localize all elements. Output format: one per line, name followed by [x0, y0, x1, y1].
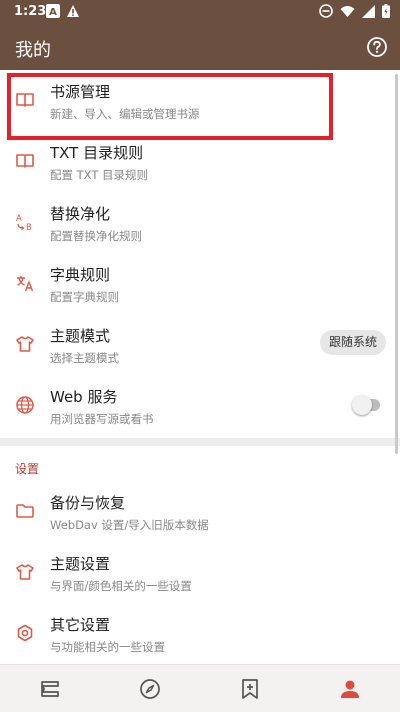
settings-section-header: 设置 — [15, 462, 40, 476]
menu-item-subtitle: 配置 TXT 目录规则 — [50, 168, 149, 182]
menu-item-subtitle: 配置字典规则 — [50, 290, 119, 304]
battery-icon — [382, 4, 390, 18]
status-icons — [319, 4, 390, 18]
warning-icon — [67, 5, 79, 17]
svg-text:A: A — [49, 7, 57, 18]
menu-item-theme-mode[interactable]: 主题模式 选择主题模式 跟随系统 — [0, 314, 400, 375]
menu-item-subtitle: 配置替换净化规则 — [50, 229, 142, 243]
bottom-nav — [0, 664, 400, 712]
menu-item-title: 主题模式 — [50, 327, 111, 345]
svg-text:A: A — [16, 214, 22, 224]
menu-item-title: Web 服务 — [50, 388, 118, 406]
menu-item-book-source[interactable]: 书源管理 新建、导入、编辑或管理书源 — [0, 70, 400, 131]
status-time: 1:23 — [14, 4, 47, 19]
app-bar: 我的 — [0, 24, 400, 70]
a-icon: A — [46, 4, 60, 18]
menu-item-dict[interactable]: 字典规则 配置字典规则 — [0, 253, 400, 314]
person-icon[interactable] — [338, 677, 362, 701]
help-circle-icon[interactable] — [366, 36, 388, 58]
folder-icon — [16, 504, 34, 518]
menu-item-title: 其它设置 — [50, 616, 111, 634]
dnd-icon — [319, 4, 333, 18]
replace-ab-icon: A B — [16, 214, 32, 232]
menu-item-txt-toc[interactable]: TXT 目录规则 配置 TXT 目录规则 — [0, 131, 400, 192]
bookmark-add-icon[interactable] — [238, 677, 262, 701]
menu-item-title: 备份与恢复 — [50, 494, 126, 512]
menu-item-backup[interactable]: 备份与恢复 WebDav 设置/导入旧版本数据 — [0, 481, 400, 542]
globe-icon — [16, 396, 34, 414]
menu-item-title: 书源管理 — [50, 83, 111, 101]
signal-icon — [362, 4, 375, 18]
bookshelf-icon[interactable] — [38, 677, 62, 701]
web-service-toggle[interactable] — [352, 395, 380, 415]
menu-item-title: 字典规则 — [50, 266, 111, 284]
book-icon — [16, 93, 34, 107]
scrollbar[interactable] — [395, 74, 398, 454]
gear-icon — [17, 624, 33, 642]
page-title: 我的 — [15, 40, 51, 61]
svg-text:B: B — [26, 223, 32, 232]
compass-icon[interactable] — [138, 677, 162, 701]
section-divider — [0, 438, 400, 446]
book-icon — [16, 154, 34, 168]
tshirt-icon — [16, 336, 34, 352]
menu-item-subtitle: 与功能相关的一些设置 — [50, 640, 165, 654]
menu-item-replace[interactable]: A B 替换净化 配置替换净化规则 — [0, 192, 400, 253]
menu-item-title: 替换净化 — [50, 205, 111, 223]
menu-item-web-service[interactable]: Web 服务 用浏览器写源或看书 — [0, 375, 400, 436]
theme-mode-chip[interactable]: 跟随系统 — [319, 330, 386, 355]
toggle-knob — [352, 395, 372, 415]
translate-icon — [17, 276, 34, 292]
settings-list[interactable]: 书源管理 新建、导入、编辑或管理书源 TXT 目录规则 配置 TXT 目录规则 … — [0, 70, 400, 664]
menu-item-subtitle: WebDav 设置/导入旧版本数据 — [50, 518, 209, 532]
menu-item-subtitle: 新建、导入、编辑或管理书源 — [50, 107, 200, 121]
tshirt-icon — [16, 564, 34, 580]
menu-item-title: 主题设置 — [50, 555, 111, 573]
menu-item-subtitle: 选择主题模式 — [50, 351, 119, 365]
menu-item-subtitle: 与界面/颜色相关的一些设置 — [50, 579, 192, 593]
wifi-icon — [340, 5, 355, 17]
menu-item-other-settings[interactable]: 其它设置 与功能相关的一些设置 — [0, 603, 400, 664]
menu-item-title: TXT 目录规则 — [50, 144, 144, 162]
menu-item-theme-settings[interactable]: 主题设置 与界面/颜色相关的一些设置 — [0, 542, 400, 603]
menu-item-subtitle: 用浏览器写源或看书 — [50, 412, 154, 426]
status-bar: 1:23 A — [0, 0, 400, 24]
